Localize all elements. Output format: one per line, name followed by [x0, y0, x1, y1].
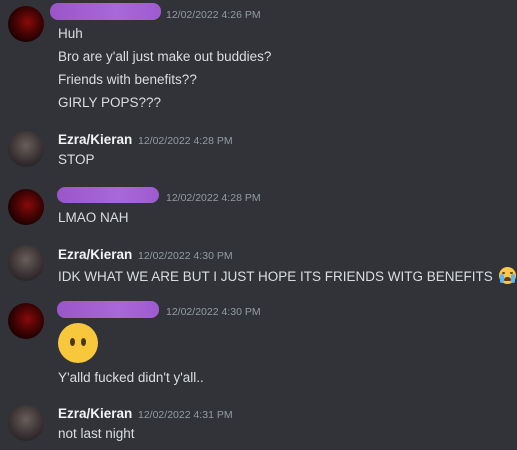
message-timestamp: 12/02/2022 4:30 PM [138, 250, 233, 262]
message-text: Bro are y'all just make out buddies? [58, 49, 272, 64]
redacted-username [57, 187, 159, 203]
redacted-username [57, 301, 159, 318]
message-text: IDK WHAT WE ARE BUT I JUST HOPE ITS FRIE… [58, 267, 516, 284]
avatar[interactable] [8, 189, 44, 225]
avatar[interactable] [8, 303, 44, 339]
loudly-crying-face-emoji[interactable] [498, 267, 516, 284]
message-text: not last night [58, 426, 135, 441]
message-text: Friends with benefits?? [58, 72, 197, 87]
username[interactable]: Ezra/Kieran [58, 247, 132, 262]
redacted-username [50, 3, 161, 20]
message-text: Y'alld fucked didn't y'all.. [58, 370, 204, 385]
message-timestamp: 12/02/2022 4:31 PM [138, 409, 233, 421]
message-timestamp: 12/02/2022 4:30 PM [166, 306, 261, 318]
message-timestamp: 12/02/2022 4:28 PM [166, 192, 261, 204]
username[interactable]: Ezra/Kieran [58, 406, 132, 421]
message-text: LMAO NAH [58, 210, 129, 225]
message-text: GIRLY POPS??? [58, 95, 162, 110]
message-timestamp: 12/02/2022 4:26 PM [166, 9, 261, 21]
avatar[interactable] [8, 6, 44, 42]
face-without-mouth-emoji[interactable] [58, 323, 98, 363]
avatar[interactable] [8, 131, 44, 167]
avatar[interactable] [8, 245, 44, 281]
message-text-content: IDK WHAT WE ARE BUT I JUST HOPE ITS FRIE… [58, 269, 493, 284]
message-text: STOP [58, 152, 95, 167]
message-text: Huh [58, 26, 83, 41]
avatar[interactable] [8, 405, 44, 441]
username[interactable]: Ezra/Kieran [58, 132, 132, 147]
message-timestamp: 12/02/2022 4:28 PM [138, 135, 233, 147]
